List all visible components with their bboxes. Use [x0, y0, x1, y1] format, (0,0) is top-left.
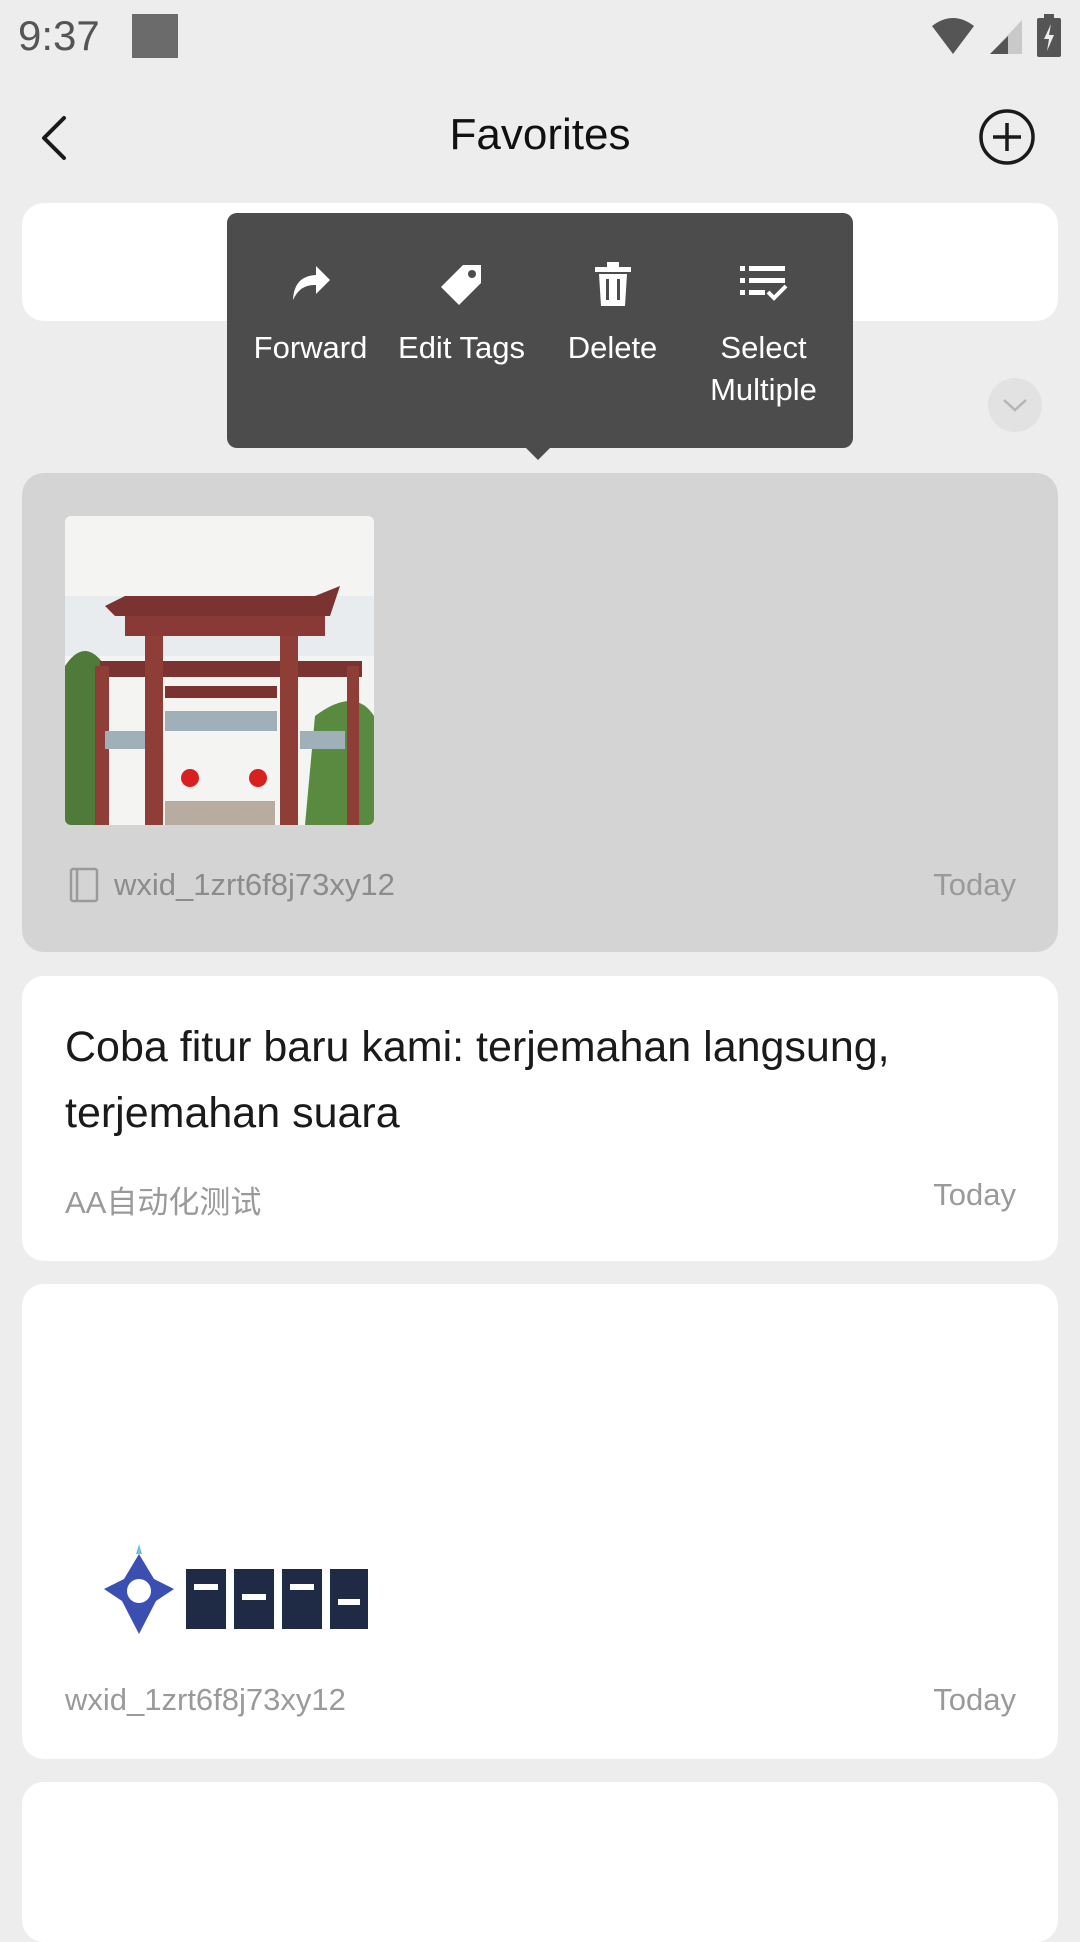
item-text: Coba fitur baru kami: terjemahan langsun… [65, 1023, 890, 1137]
plus-circle-icon [979, 109, 1035, 165]
select-multiple-icon [739, 266, 787, 301]
favorite-item-text[interactable]: Coba fitur baru kami: terjemahan langsun… [22, 976, 1058, 1261]
edit-tags-menu-item[interactable]: Edit Tags [386, 213, 537, 448]
archway-photo [65, 516, 374, 825]
delete-menu-item[interactable]: Delete [537, 213, 688, 448]
header: Favorites [0, 72, 1080, 204]
tag-icon [440, 265, 481, 305]
collapse-toggle[interactable] [988, 378, 1042, 432]
image-thumbnail[interactable] [65, 516, 374, 825]
forward-menu-item[interactable]: Forward [235, 213, 386, 448]
wifi-icon [932, 18, 974, 54]
status-bar: 9:37 [0, 0, 1080, 72]
trash-icon [594, 262, 631, 306]
context-menu-arrow [524, 446, 552, 460]
favorite-item-image[interactable]: wxid_1zrt6f8j73xy12 Today [22, 473, 1058, 952]
favorite-item[interactable] [22, 1782, 1058, 1942]
item-time: Today [933, 867, 1016, 902]
menu-item-label: Delete [567, 330, 658, 365]
status-time: 9:37 [18, 12, 100, 59]
context-menu: Forward Edit Tags Delete Select Multiple [227, 213, 853, 448]
chevron-down-icon [1003, 399, 1027, 412]
source-row: wxid_1zrt6f8j73xy12 [68, 867, 395, 903]
select-multiple-menu-item[interactable]: Select Multiple [688, 213, 839, 448]
forward-icon [292, 266, 330, 300]
note-icon [69, 867, 99, 903]
item-time: Today [933, 1177, 1016, 1212]
menu-item-label: Forward [253, 330, 368, 365]
menu-item-label: Select Multiple [710, 330, 817, 407]
item-time: Today [933, 1682, 1016, 1717]
company-logo [104, 1544, 368, 1634]
menu-item-label: Edit Tags [398, 330, 525, 365]
notification-icon [132, 14, 178, 58]
item-source: wxid_1zrt6f8j73xy12 [65, 1682, 346, 1717]
favorite-item-image[interactable]: wxid_1zrt6f8j73xy12 Today [22, 1284, 1058, 1759]
page-title: Favorites [449, 110, 631, 159]
add-button[interactable] [978, 108, 1036, 166]
status-icons [930, 14, 1062, 58]
signal-icon [990, 20, 1022, 54]
logo-image[interactable] [94, 1539, 374, 1649]
item-source: wxid_1zrt6f8j73xy12 [114, 867, 395, 902]
battery-icon [1037, 14, 1061, 57]
item-source: AA自动化测试 [65, 1185, 262, 1220]
